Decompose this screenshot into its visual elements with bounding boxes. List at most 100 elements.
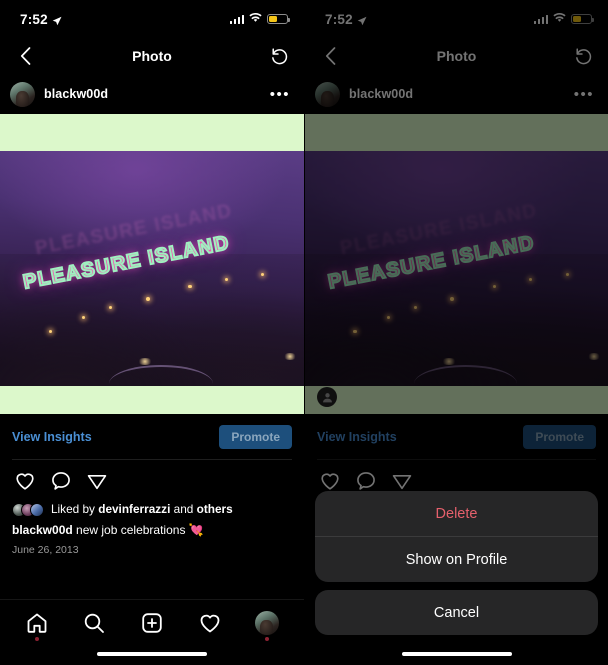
- background-arc: [414, 364, 518, 386]
- light-bulb: [145, 296, 150, 301]
- tab-home[interactable]: [24, 610, 50, 641]
- caption-text: new job celebrations: [76, 523, 186, 538]
- wifi-icon: [553, 10, 566, 28]
- light-bulb: [529, 277, 533, 281]
- page-title: Photo: [436, 48, 477, 64]
- tab-bar-items: [0, 600, 304, 646]
- post-username[interactable]: blackw00d: [349, 87, 413, 101]
- photo-image: PLEASURE ISLAND PLEASURE ISLAND: [0, 151, 304, 386]
- delete-button[interactable]: Delete: [315, 491, 598, 536]
- post-actions: [0, 460, 304, 498]
- tab-search[interactable]: [81, 610, 107, 636]
- post-username[interactable]: blackw00d: [44, 87, 108, 101]
- nav-bar: Photo: [305, 38, 608, 74]
- person-placeholder-icon[interactable]: [317, 387, 337, 407]
- ground-light-glow: [136, 357, 153, 365]
- refresh-history-button[interactable]: [268, 45, 290, 67]
- more-options-icon[interactable]: •••: [574, 87, 598, 102]
- light-bulb: [82, 315, 86, 319]
- liked-by-user[interactable]: devinferrazzi: [98, 502, 170, 516]
- battery-low-power-icon: [571, 13, 594, 25]
- cellular-signal-icon: [533, 14, 548, 24]
- status-bar-indicators: [229, 10, 290, 28]
- photo-band-bottom: [0, 386, 304, 414]
- light-bulb: [109, 306, 113, 310]
- heart-icon[interactable]: [319, 470, 341, 492]
- post-photo[interactable]: PLEASURE ISLAND PLEASURE ISLAND: [0, 114, 304, 414]
- status-bar: 7:52: [305, 0, 608, 38]
- photo-band-top: [0, 114, 304, 151]
- liker-avatar: [30, 502, 44, 517]
- comment-bubble-icon[interactable]: [355, 470, 377, 492]
- heart-icon[interactable]: [14, 470, 36, 492]
- status-bar-time: 7:52: [20, 11, 48, 27]
- home-indicator: [97, 651, 207, 656]
- light-bulb: [386, 315, 390, 319]
- liker-avatars: [12, 502, 44, 517]
- action-sheet-cancel-group: Cancel: [315, 590, 598, 635]
- photo-image: PLEASURE ISLAND PLEASURE ISLAND: [305, 151, 608, 386]
- liked-by-text: Liked by devinferrazzi and others: [51, 502, 233, 517]
- page-title: Photo: [132, 48, 172, 64]
- light-bulb: [188, 284, 192, 289]
- liked-by-prefix: Liked by: [51, 502, 95, 516]
- insights-row: View Insights Promote: [0, 414, 304, 459]
- more-options-icon[interactable]: •••: [270, 87, 294, 102]
- light-bulb: [450, 296, 455, 301]
- post-photo[interactable]: PLEASURE ISLAND PLEASURE ISLAND: [305, 114, 608, 414]
- liked-by-others[interactable]: others: [197, 502, 233, 516]
- post-date: June 26, 2013: [12, 543, 79, 556]
- wifi-icon: [249, 10, 262, 28]
- promote-button[interactable]: Promote: [523, 425, 596, 449]
- light-bulb: [261, 273, 265, 277]
- tab-activity[interactable]: [197, 610, 223, 636]
- profile-badge-dot: [265, 637, 270, 641]
- light-bulb: [565, 273, 569, 277]
- comment-bubble-icon[interactable]: [50, 470, 72, 492]
- light-bulb: [224, 277, 228, 281]
- view-insights-link[interactable]: View Insights: [317, 430, 397, 444]
- light-bulb: [353, 329, 357, 334]
- profile-avatar-icon: [255, 611, 280, 635]
- location-arrow-icon: [357, 14, 367, 26]
- photo-band-top: [305, 114, 608, 151]
- action-sheet-group: Delete Show on Profile: [315, 491, 598, 582]
- tab-profile[interactable]: [254, 610, 280, 641]
- status-bar-time-group: 7:52: [20, 12, 62, 27]
- back-button[interactable]: [14, 45, 36, 67]
- light-bulb: [414, 306, 418, 310]
- photo-band-bottom: [305, 386, 608, 414]
- refresh-history-button[interactable]: [572, 45, 594, 67]
- right-phone-screen: 7:52 Photo blackw00d ••• PLEASURE ISLAND…: [304, 0, 608, 665]
- avatar[interactable]: [315, 81, 340, 107]
- caption-emoji: 💘: [188, 523, 204, 538]
- light-bulb: [492, 284, 497, 289]
- status-bar-time-group: 7:52: [325, 12, 367, 27]
- action-sheet: Delete Show on Profile Cancel: [305, 491, 608, 665]
- status-bar-time: 7:52: [325, 11, 353, 27]
- status-bar-indicators: [533, 10, 594, 28]
- tab-create[interactable]: [139, 610, 165, 636]
- show-on-profile-button[interactable]: Show on Profile: [315, 537, 598, 582]
- light-bulb: [48, 329, 53, 334]
- promote-button[interactable]: Promote: [219, 425, 292, 449]
- cancel-button[interactable]: Cancel: [315, 590, 598, 635]
- back-button[interactable]: [319, 45, 341, 67]
- liked-by-middle: and: [173, 502, 194, 516]
- background-arc: [109, 364, 213, 386]
- post-header[interactable]: blackw00d •••: [0, 74, 304, 114]
- post-header[interactable]: blackw00d •••: [305, 74, 608, 114]
- home-badge-dot: [34, 637, 39, 641]
- share-paper-plane-icon[interactable]: [391, 470, 413, 492]
- cellular-signal-icon: [229, 14, 244, 24]
- avatar[interactable]: [10, 81, 35, 107]
- liked-by-row[interactable]: Liked by devinferrazzi and others: [0, 498, 304, 517]
- post-caption: blackw00d new job celebrations 💘: [0, 517, 304, 538]
- caption-username[interactable]: blackw00d: [12, 523, 73, 537]
- nav-bar: Photo: [0, 38, 304, 74]
- tab-bar: [0, 599, 304, 665]
- view-insights-link[interactable]: View Insights: [12, 430, 92, 444]
- share-paper-plane-icon[interactable]: [86, 470, 108, 492]
- ground-light-glow: [441, 357, 458, 365]
- home-indicator: [401, 651, 512, 656]
